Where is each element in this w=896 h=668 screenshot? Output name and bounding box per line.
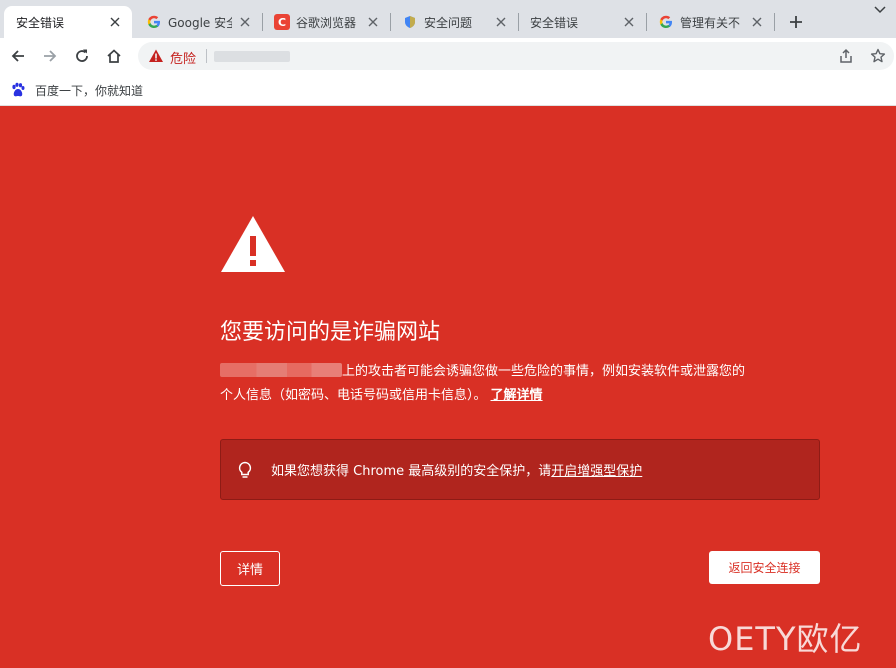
details-button[interactable]: 详情 xyxy=(220,551,280,586)
tab-security-error-2[interactable]: 安全错误 xyxy=(520,6,646,38)
tab-title: 安全问题 xyxy=(424,15,473,30)
bookmark-label: 百度一下，你就知道 xyxy=(35,83,144,98)
omnibox-separator xyxy=(206,49,207,63)
tab-chrome-browser[interactable]: C 谷歌浏览器 xyxy=(264,6,390,38)
close-icon[interactable] xyxy=(238,15,252,29)
share-icon[interactable] xyxy=(836,46,856,66)
tab-separator xyxy=(262,13,263,31)
close-icon[interactable] xyxy=(108,15,122,29)
new-tab-button[interactable] xyxy=(784,10,808,34)
reload-button[interactable] xyxy=(70,44,94,68)
baidu-paw-icon xyxy=(12,82,25,97)
page-title: 您要访问的是诈骗网站 xyxy=(220,320,441,345)
tab-title: 安全错误 xyxy=(16,15,65,30)
tab-title: 管理有关不 xyxy=(680,15,741,30)
enhanced-protection-prefix: 如果您想获得 Chrome 最高级别的安全保护，请 xyxy=(271,464,552,479)
close-icon[interactable] xyxy=(750,15,764,29)
learn-more-link[interactable]: 了解详情 xyxy=(491,388,543,403)
enable-enhanced-protection-link[interactable]: 开启增强型保护 xyxy=(551,464,642,479)
arrow-right-icon xyxy=(44,50,57,62)
enhanced-protection-text: 如果您想获得 Chrome 最高级别的安全保护，请开启增强型保护 xyxy=(271,460,642,479)
google-icon xyxy=(146,14,162,30)
tab-title: 安全错误 xyxy=(530,15,579,30)
description-line-1: 上的攻击者可能会诱骗您做一些危险的事情，例如安装软件或泄露您的 xyxy=(342,364,746,379)
bookmark-star-icon[interactable] xyxy=(868,46,888,66)
google-icon xyxy=(658,14,674,30)
browser-window: 安全错误 Google 安全 C 谷歌浏览器 安全问题 安全错误 管理有关不 危… xyxy=(0,0,896,668)
address-bar[interactable]: 危险 xyxy=(138,42,894,70)
plus-icon xyxy=(790,16,802,28)
warning-triangle-icon xyxy=(221,216,285,272)
back-button[interactable] xyxy=(6,44,30,68)
bookmarks-bar: 百度一下，你就知道 xyxy=(0,74,896,106)
forward-button[interactable] xyxy=(38,44,62,68)
interstitial-page: 您要访问的是诈骗网站 上的攻击者可能会诱骗您做一些危险的事情，例如安装软件或泄露… xyxy=(0,106,896,668)
tab-manage-settings[interactable]: 管理有关不 xyxy=(648,6,774,38)
warning-triangle-icon xyxy=(149,49,163,62)
tab-search-button[interactable] xyxy=(872,2,888,18)
close-icon[interactable] xyxy=(366,15,380,29)
arrow-left-icon xyxy=(11,50,24,62)
toolbar: 危险 xyxy=(0,38,896,74)
home-icon xyxy=(107,49,121,63)
tab-title: Google 安全 xyxy=(168,15,232,30)
tab-separator xyxy=(774,13,775,31)
reload-icon xyxy=(76,49,88,62)
tab-title: 谷歌浏览器 xyxy=(296,15,357,30)
warning-description: 上的攻击者可能会诱骗您做一些危险的事情，例如安装软件或泄露您的 个人信息（如密码… xyxy=(220,360,820,408)
watermark: OETY欧亿 xyxy=(708,620,863,658)
close-icon[interactable] xyxy=(622,15,636,29)
bookmark-baidu[interactable]: 百度一下，你就知道 xyxy=(10,80,143,100)
shield-icon xyxy=(402,14,418,30)
home-button[interactable] xyxy=(102,44,126,68)
tab-separator xyxy=(518,13,519,31)
tab-security-issue[interactable]: 安全问题 xyxy=(392,6,518,38)
url-redacted xyxy=(214,51,290,62)
enhanced-protection-banner: 如果您想获得 Chrome 最高级别的安全保护，请开启增强型保护 xyxy=(220,439,820,500)
tab-separator xyxy=(646,13,647,31)
chevron-down-icon xyxy=(874,6,886,14)
tab-strip: 安全错误 Google 安全 C 谷歌浏览器 安全问题 安全错误 管理有关不 xyxy=(0,0,896,38)
security-status-label[interactable]: 危险 xyxy=(170,48,196,67)
tab-security-error[interactable]: 安全错误 xyxy=(4,6,132,38)
back-to-safety-button[interactable]: 返回安全连接 xyxy=(709,551,820,584)
close-icon[interactable] xyxy=(494,15,508,29)
tab-google-safety[interactable]: Google 安全 xyxy=(136,6,262,38)
description-line-2: 个人信息（如密码、电话号码或信用卡信息）。 xyxy=(220,388,487,403)
site-name-redacted xyxy=(220,363,342,377)
c-logo-icon: C xyxy=(274,14,290,30)
lightbulb-icon xyxy=(235,460,255,480)
tab-separator xyxy=(390,13,391,31)
